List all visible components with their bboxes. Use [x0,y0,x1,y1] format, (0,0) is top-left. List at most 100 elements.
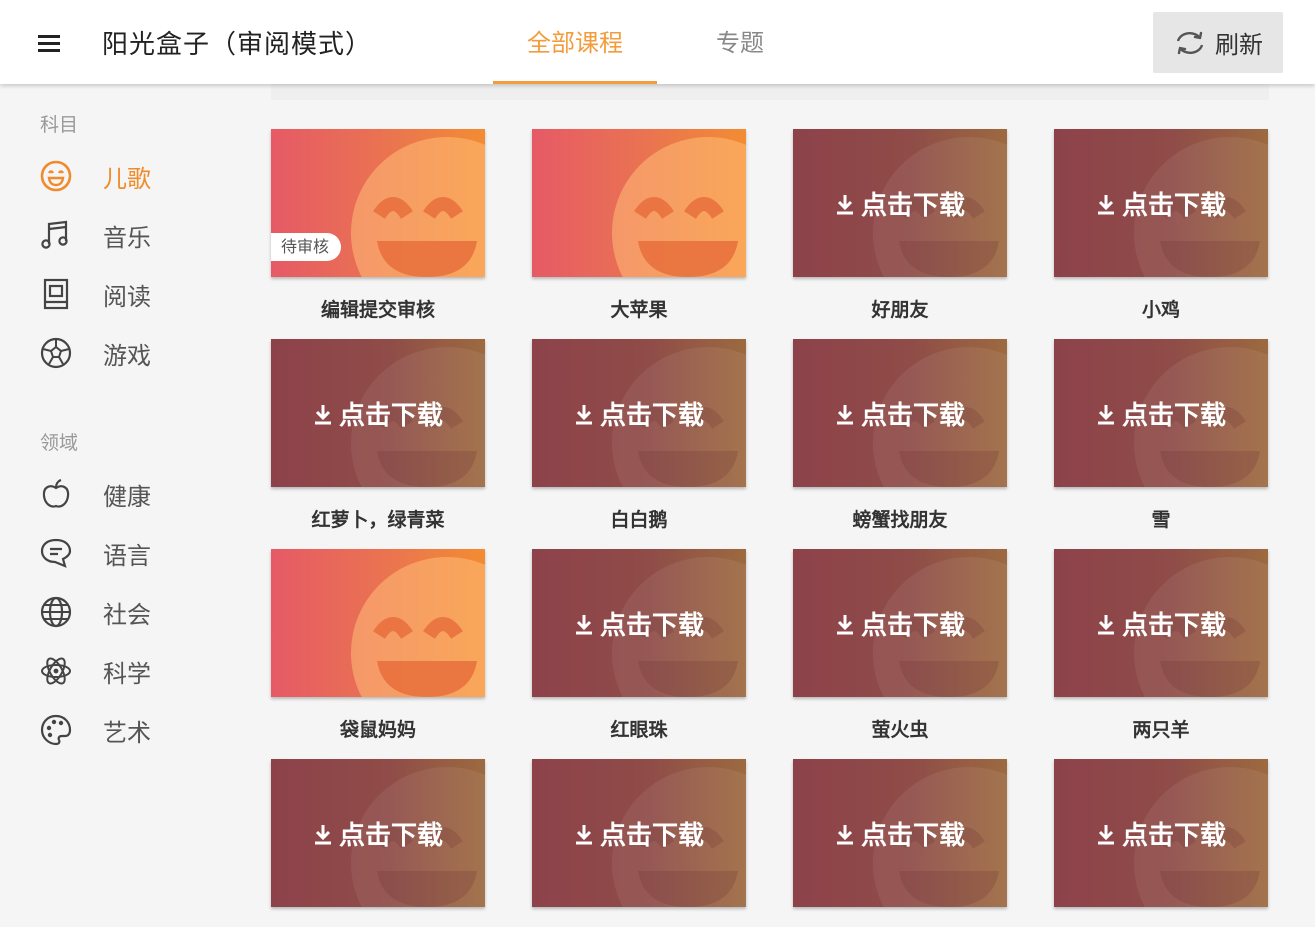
sidebar-item-art[interactable]: 艺术 [36,708,236,752]
sidebar-item-label: 阅读 [103,282,151,311]
download-button[interactable]: 点击下载 [532,605,746,642]
course-title: 两只羊 [1132,719,1190,741]
download-button[interactable]: 点击下载 [271,815,485,852]
sidebar-item-games[interactable]: 游戏 [36,331,236,375]
download-button[interactable]: 点击下载 [1054,815,1268,852]
course-card[interactable]: 点击下载 螃蟹找朋友 [793,339,1007,532]
course-card[interactable]: 点击下载好朋友 [793,129,1007,322]
download-icon [1097,404,1114,424]
book-icon [36,274,76,314]
download-button[interactable]: 点击下载 [271,395,485,432]
tab-all-courses[interactable]: 全部课程 [493,0,657,84]
download-icon [575,824,592,844]
refresh-button[interactable]: 刷新 [1153,12,1283,73]
course-card[interactable]: 大苹果 [532,129,746,322]
menu-icon[interactable] [34,30,64,54]
course-thumbnail[interactable]: 点击下载 [532,339,746,487]
chat-bubble-icon [36,533,76,573]
course-thumbnail[interactable] [532,129,746,277]
download-button[interactable]: 点击下载 [1054,395,1268,432]
course-thumbnail[interactable]: 待审核 [271,129,485,277]
course-title: 好朋友 [871,299,929,321]
download-label: 点击下载 [1121,821,1226,851]
sidebar-item-science[interactable]: 科学 [36,649,236,693]
course-title: 螃蟹找朋友 [852,509,948,531]
tab-topics[interactable]: 专题 [680,0,800,84]
download-button[interactable]: 点击下载 [793,605,1007,642]
course-thumbnail[interactable]: 点击下载 [793,129,1007,277]
course-card[interactable]: 点击下载红眼珠 [532,549,746,742]
course-card[interactable]: 点击下载 [532,759,746,925]
sidebar-item-health[interactable]: 健康 [36,472,236,516]
course-card[interactable]: 点击下载 [1054,759,1268,925]
download-button[interactable]: 点击下载 [793,185,1007,222]
course-title: 白白鹅 [610,509,668,531]
course-card[interactable]: 点击下载 萤火虫 [793,549,1007,742]
course-thumbnail[interactable]: 点击下载 [1054,129,1268,277]
course-title: 编辑提交审核 [320,299,435,321]
pending-review-badge: 待审核 [271,233,342,261]
sidebar-item-reading[interactable]: 阅读 [36,272,236,316]
sidebar-item-label: 音乐 [103,223,151,252]
course-card[interactable]: 点击下载 [793,759,1007,925]
download-button[interactable]: 点击下载 [793,815,1007,852]
download-icon [314,404,331,424]
palette-icon [36,710,76,750]
course-thumbnail[interactable]: 点击下载 [1054,549,1268,697]
download-label: 点击下载 [1121,401,1226,431]
download-button[interactable]: 点击下载 [1054,185,1268,222]
course-thumbnail[interactable]: 点击下载 [271,759,485,907]
sidebar-item-label: 健康 [103,482,151,511]
sidebar-item-music[interactable]: 音乐 [36,213,236,257]
app-title: 阳光盒子（审阅模式） [102,30,373,60]
download-label: 点击下载 [599,611,704,641]
course-thumbnail[interactable]: 点击下载 [793,339,1007,487]
download-icon [836,824,853,844]
sidebar-item-label: 游戏 [103,341,151,370]
sidebar-item-language[interactable]: 语言 [36,531,236,575]
course-thumbnail[interactable]: 点击下载 [793,759,1007,907]
course-card[interactable]: 点击下载 小鸡 [1054,129,1268,322]
app-header: 阳光盒子（审阅模式） 全部课程 专题 刷新 [0,0,1315,84]
download-label: 点击下载 [599,821,704,851]
download-button[interactable]: 点击下载 [1054,605,1268,642]
sidebar-item-society[interactable]: 社会 [36,590,236,634]
sidebar-item-children-songs[interactable]: 儿歌 [36,154,236,198]
download-label: 点击下载 [860,191,965,221]
course-title: 袋鼠妈妈 [339,719,416,741]
download-icon [836,614,853,634]
course-card[interactable]: 袋鼠妈妈 [271,549,485,742]
course-card[interactable]: 点击下载 [271,759,485,925]
refresh-label: 刷新 [1215,31,1263,59]
download-button[interactable]: 点击下载 [532,815,746,852]
course-title: 雪 [1151,509,1171,531]
globe-icon [36,592,76,632]
course-card[interactable]: 点击下载白白鹅 [532,339,746,532]
sidebar-item-label: 儿歌 [103,164,151,193]
course-thumbnail[interactable]: 点击下载 [1054,339,1268,487]
download-label: 点击下载 [1121,191,1226,221]
download-icon [1097,614,1114,634]
download-button[interactable]: 点击下载 [532,395,746,432]
course-title: 红眼珠 [610,719,668,741]
download-label: 点击下载 [599,401,704,431]
download-button[interactable]: 点击下载 [793,395,1007,432]
download-icon [314,824,331,844]
apple-icon [36,474,76,514]
grid-top-strip [271,84,1269,100]
course-thumbnail[interactable] [271,549,485,697]
download-label: 点击下载 [338,821,443,851]
course-card[interactable]: 点击下载 红萝卜，绿青菜 [271,339,485,532]
course-card[interactable]: 待审核编辑提交审核 [271,129,485,322]
course-thumbnail[interactable]: 点击下载 [271,339,485,487]
course-thumbnail[interactable]: 点击下载 [793,549,1007,697]
course-thumbnail[interactable]: 点击下载 [532,549,746,697]
download-icon [1097,824,1114,844]
course-thumbnail[interactable]: 点击下载 [1054,759,1268,907]
refresh-icon [1173,28,1207,58]
course-thumbnail[interactable]: 点击下载 [532,759,746,907]
soccer-ball-icon [36,333,76,373]
course-card[interactable]: 点击下载雪 [1054,339,1268,532]
download-label: 点击下载 [1121,611,1226,641]
course-card[interactable]: 点击下载两只羊 [1054,549,1268,742]
